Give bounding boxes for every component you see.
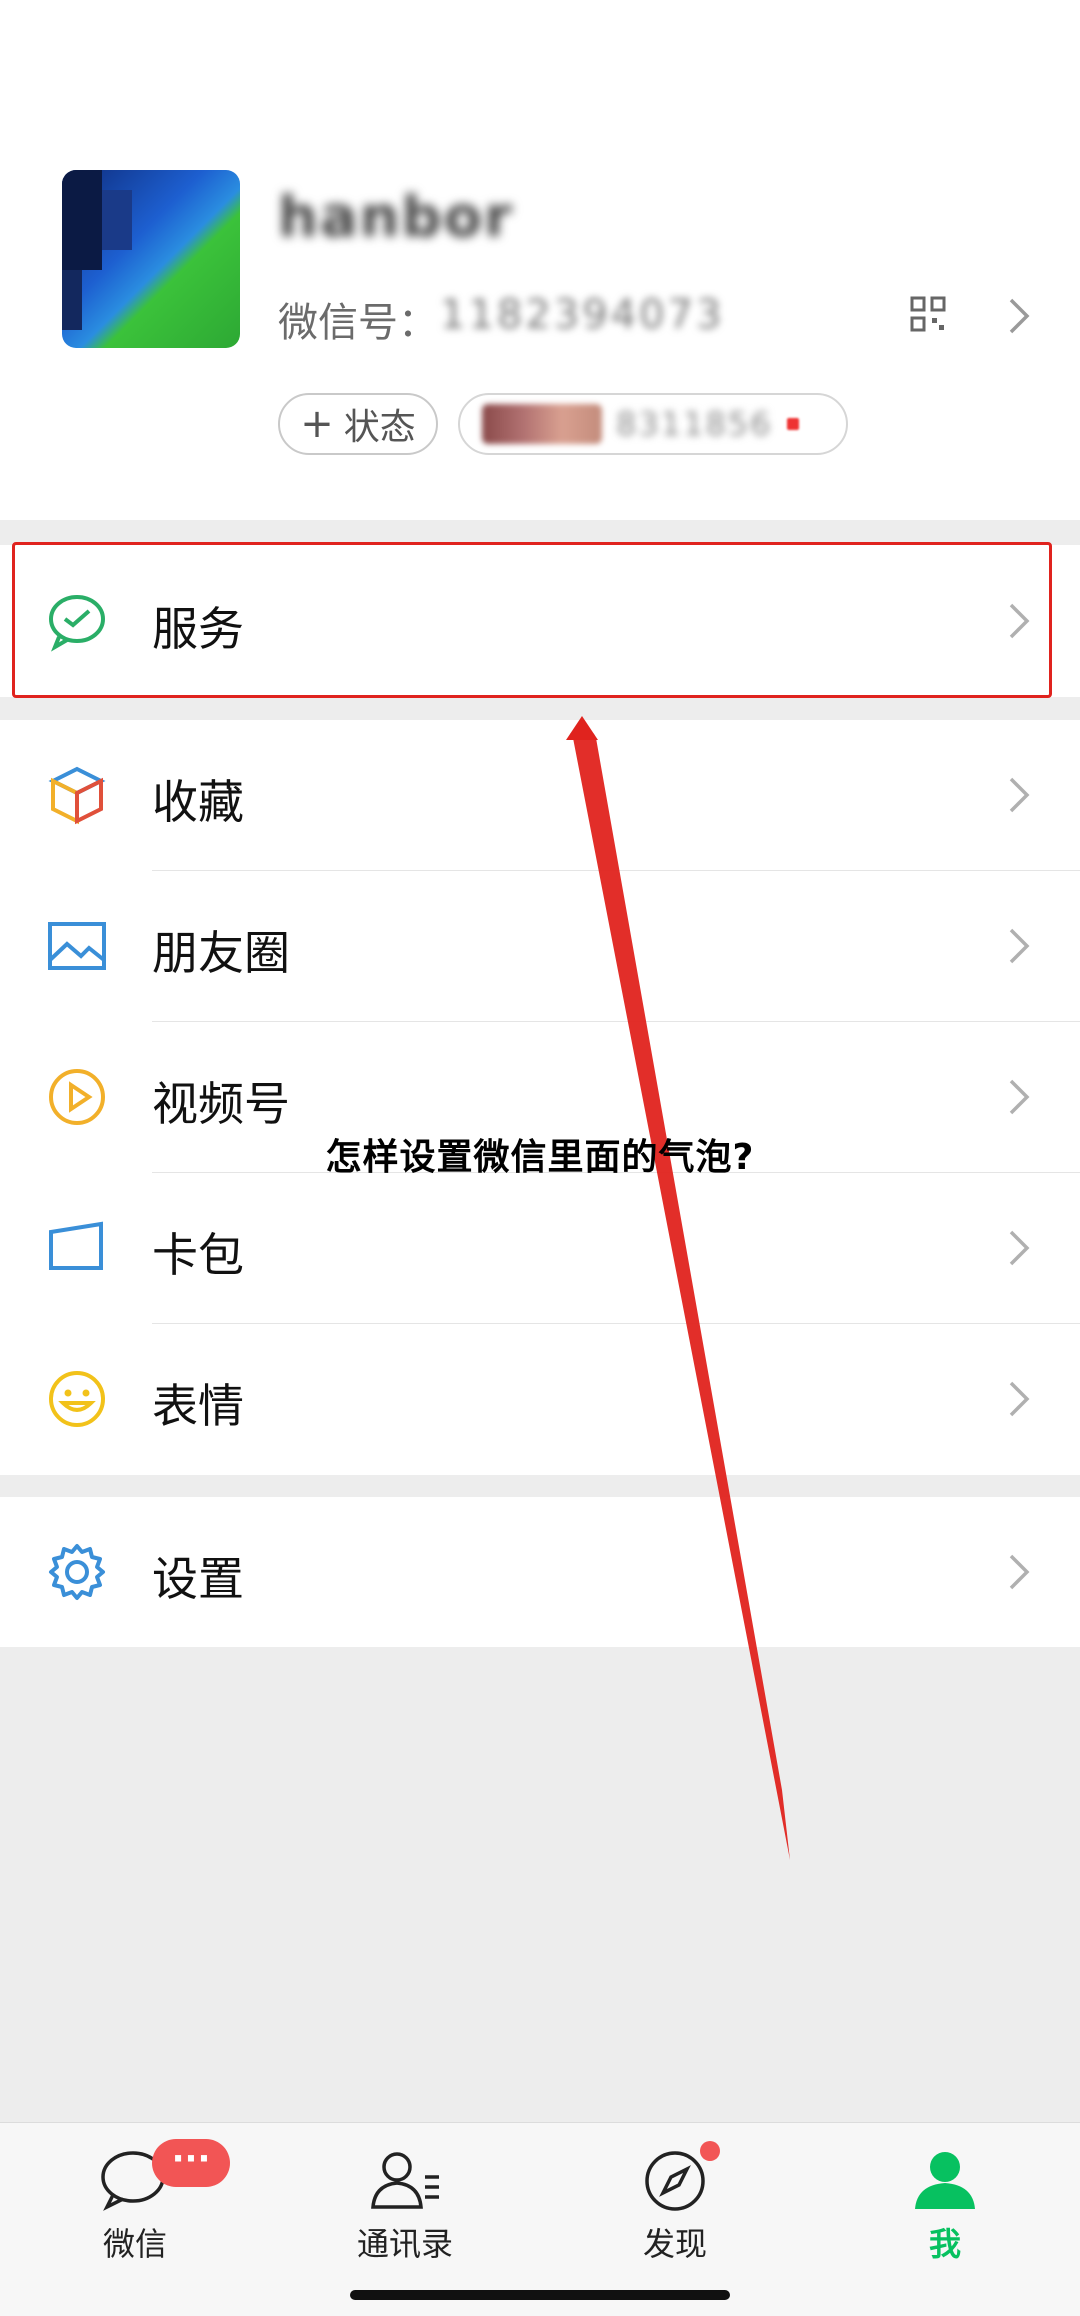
tab-discover[interactable]: 发现: [585, 2123, 765, 2273]
tab-label: 通讯录: [356, 2225, 453, 2263]
contacts-icon: [371, 2152, 439, 2209]
tab-label: 我: [928, 2225, 961, 2263]
person-icon: [915, 2152, 975, 2209]
bottom-tab-bar: 微信 ··· 通讯录 发现 我: [0, 2122, 1080, 2316]
tab-contacts[interactable]: 通讯录: [315, 2123, 495, 2273]
discover-red-dot: [700, 2141, 720, 2161]
home-indicator: [350, 2290, 730, 2300]
overlay-caption: 怎样设置微信里面的气泡?: [325, 1137, 755, 1178]
unread-badge: ···: [152, 2139, 230, 2187]
tab-label: 微信: [102, 2225, 167, 2263]
tab-label: 发现: [642, 2225, 707, 2263]
tab-me[interactable]: 我: [855, 2123, 1035, 2273]
